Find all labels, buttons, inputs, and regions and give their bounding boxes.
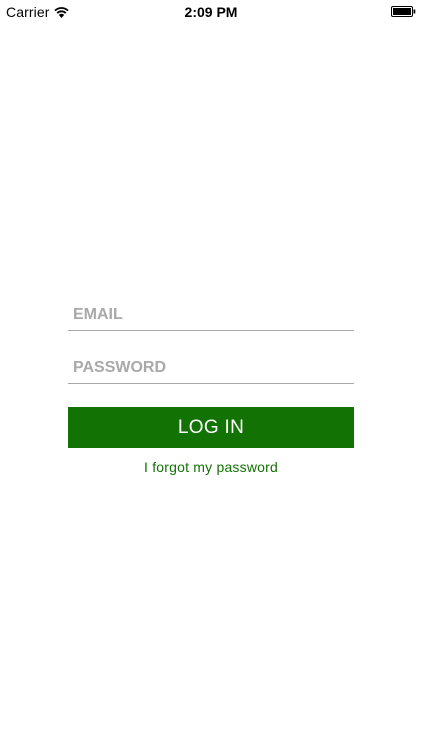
login-button[interactable]: LOG IN: [68, 407, 354, 448]
forgot-password-link[interactable]: I forgot my password: [68, 459, 354, 475]
login-screen: Carrier 2:09 PM LOG IN I forgot my passw…: [0, 0, 422, 750]
status-time: 2:09 PM: [184, 4, 238, 20]
battery-icon: [391, 6, 416, 17]
status-bar: Carrier 2:09 PM: [0, 0, 422, 22]
password-field[interactable]: [73, 359, 349, 377]
email-field[interactable]: [73, 306, 349, 324]
email-field-container: [68, 292, 354, 331]
login-form: LOG IN I forgot my password: [68, 292, 354, 475]
password-field-container: [68, 345, 354, 384]
